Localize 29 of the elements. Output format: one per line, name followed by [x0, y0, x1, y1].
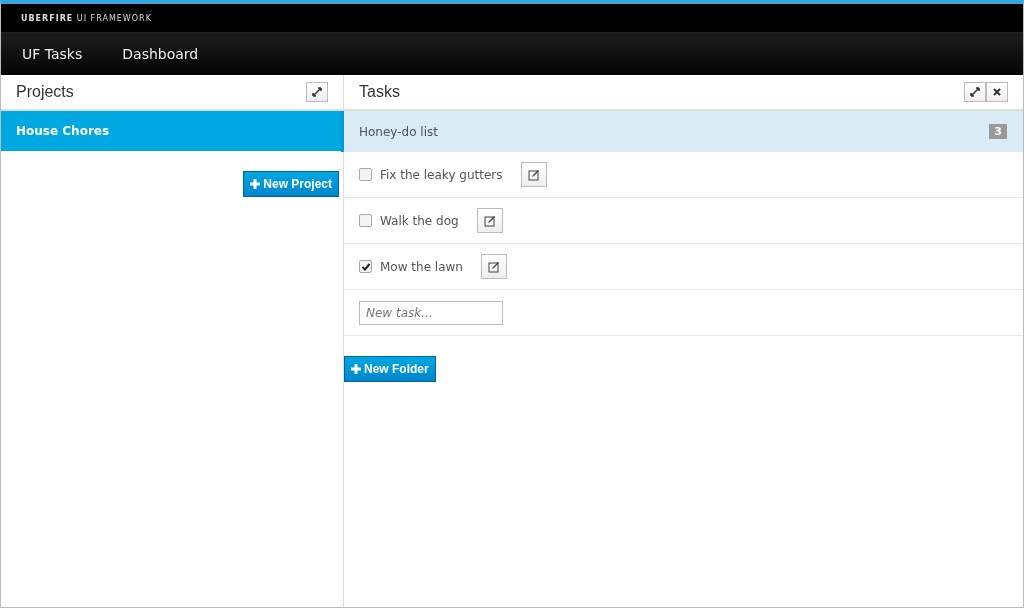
task-checkbox[interactable]	[359, 214, 372, 227]
task-checkbox[interactable]	[359, 260, 372, 273]
edit-button[interactable]	[480, 254, 507, 279]
panel-title: Projects	[16, 83, 74, 101]
expand-icon	[970, 87, 980, 97]
nav-link[interactable]: UF Tasks	[22, 46, 83, 62]
maximize-button[interactable]	[964, 82, 986, 102]
folder-name: Honey-do list	[359, 124, 438, 139]
edit-button[interactable]	[520, 162, 547, 187]
plus-icon	[351, 364, 361, 374]
panel-title: Tasks	[359, 83, 400, 101]
task-label: Walk the dog	[380, 213, 459, 228]
folder-item[interactable]: Honey-do list 3	[341, 111, 1023, 152]
edit-button[interactable]	[476, 208, 503, 233]
plus-icon	[250, 179, 261, 189]
edit-icon	[487, 260, 500, 273]
close-button[interactable]	[986, 82, 1008, 102]
task-label: Mow the lawn	[380, 259, 463, 274]
count-badge: 3	[989, 124, 1007, 139]
task-checkbox[interactable]	[359, 168, 372, 181]
brand-title: UBERFIRE UI FRAMEWORK	[21, 13, 152, 23]
nav-link[interactable]: Dashboard	[122, 46, 199, 62]
edit-icon	[483, 214, 496, 227]
task-label: Fix the leaky gutters	[380, 167, 503, 182]
new-task-input[interactable]: New task...	[359, 300, 503, 325]
close-icon	[993, 88, 1001, 96]
expand-icon	[312, 87, 322, 97]
maximize-button[interactable]	[306, 82, 328, 102]
edit-icon	[527, 168, 540, 181]
